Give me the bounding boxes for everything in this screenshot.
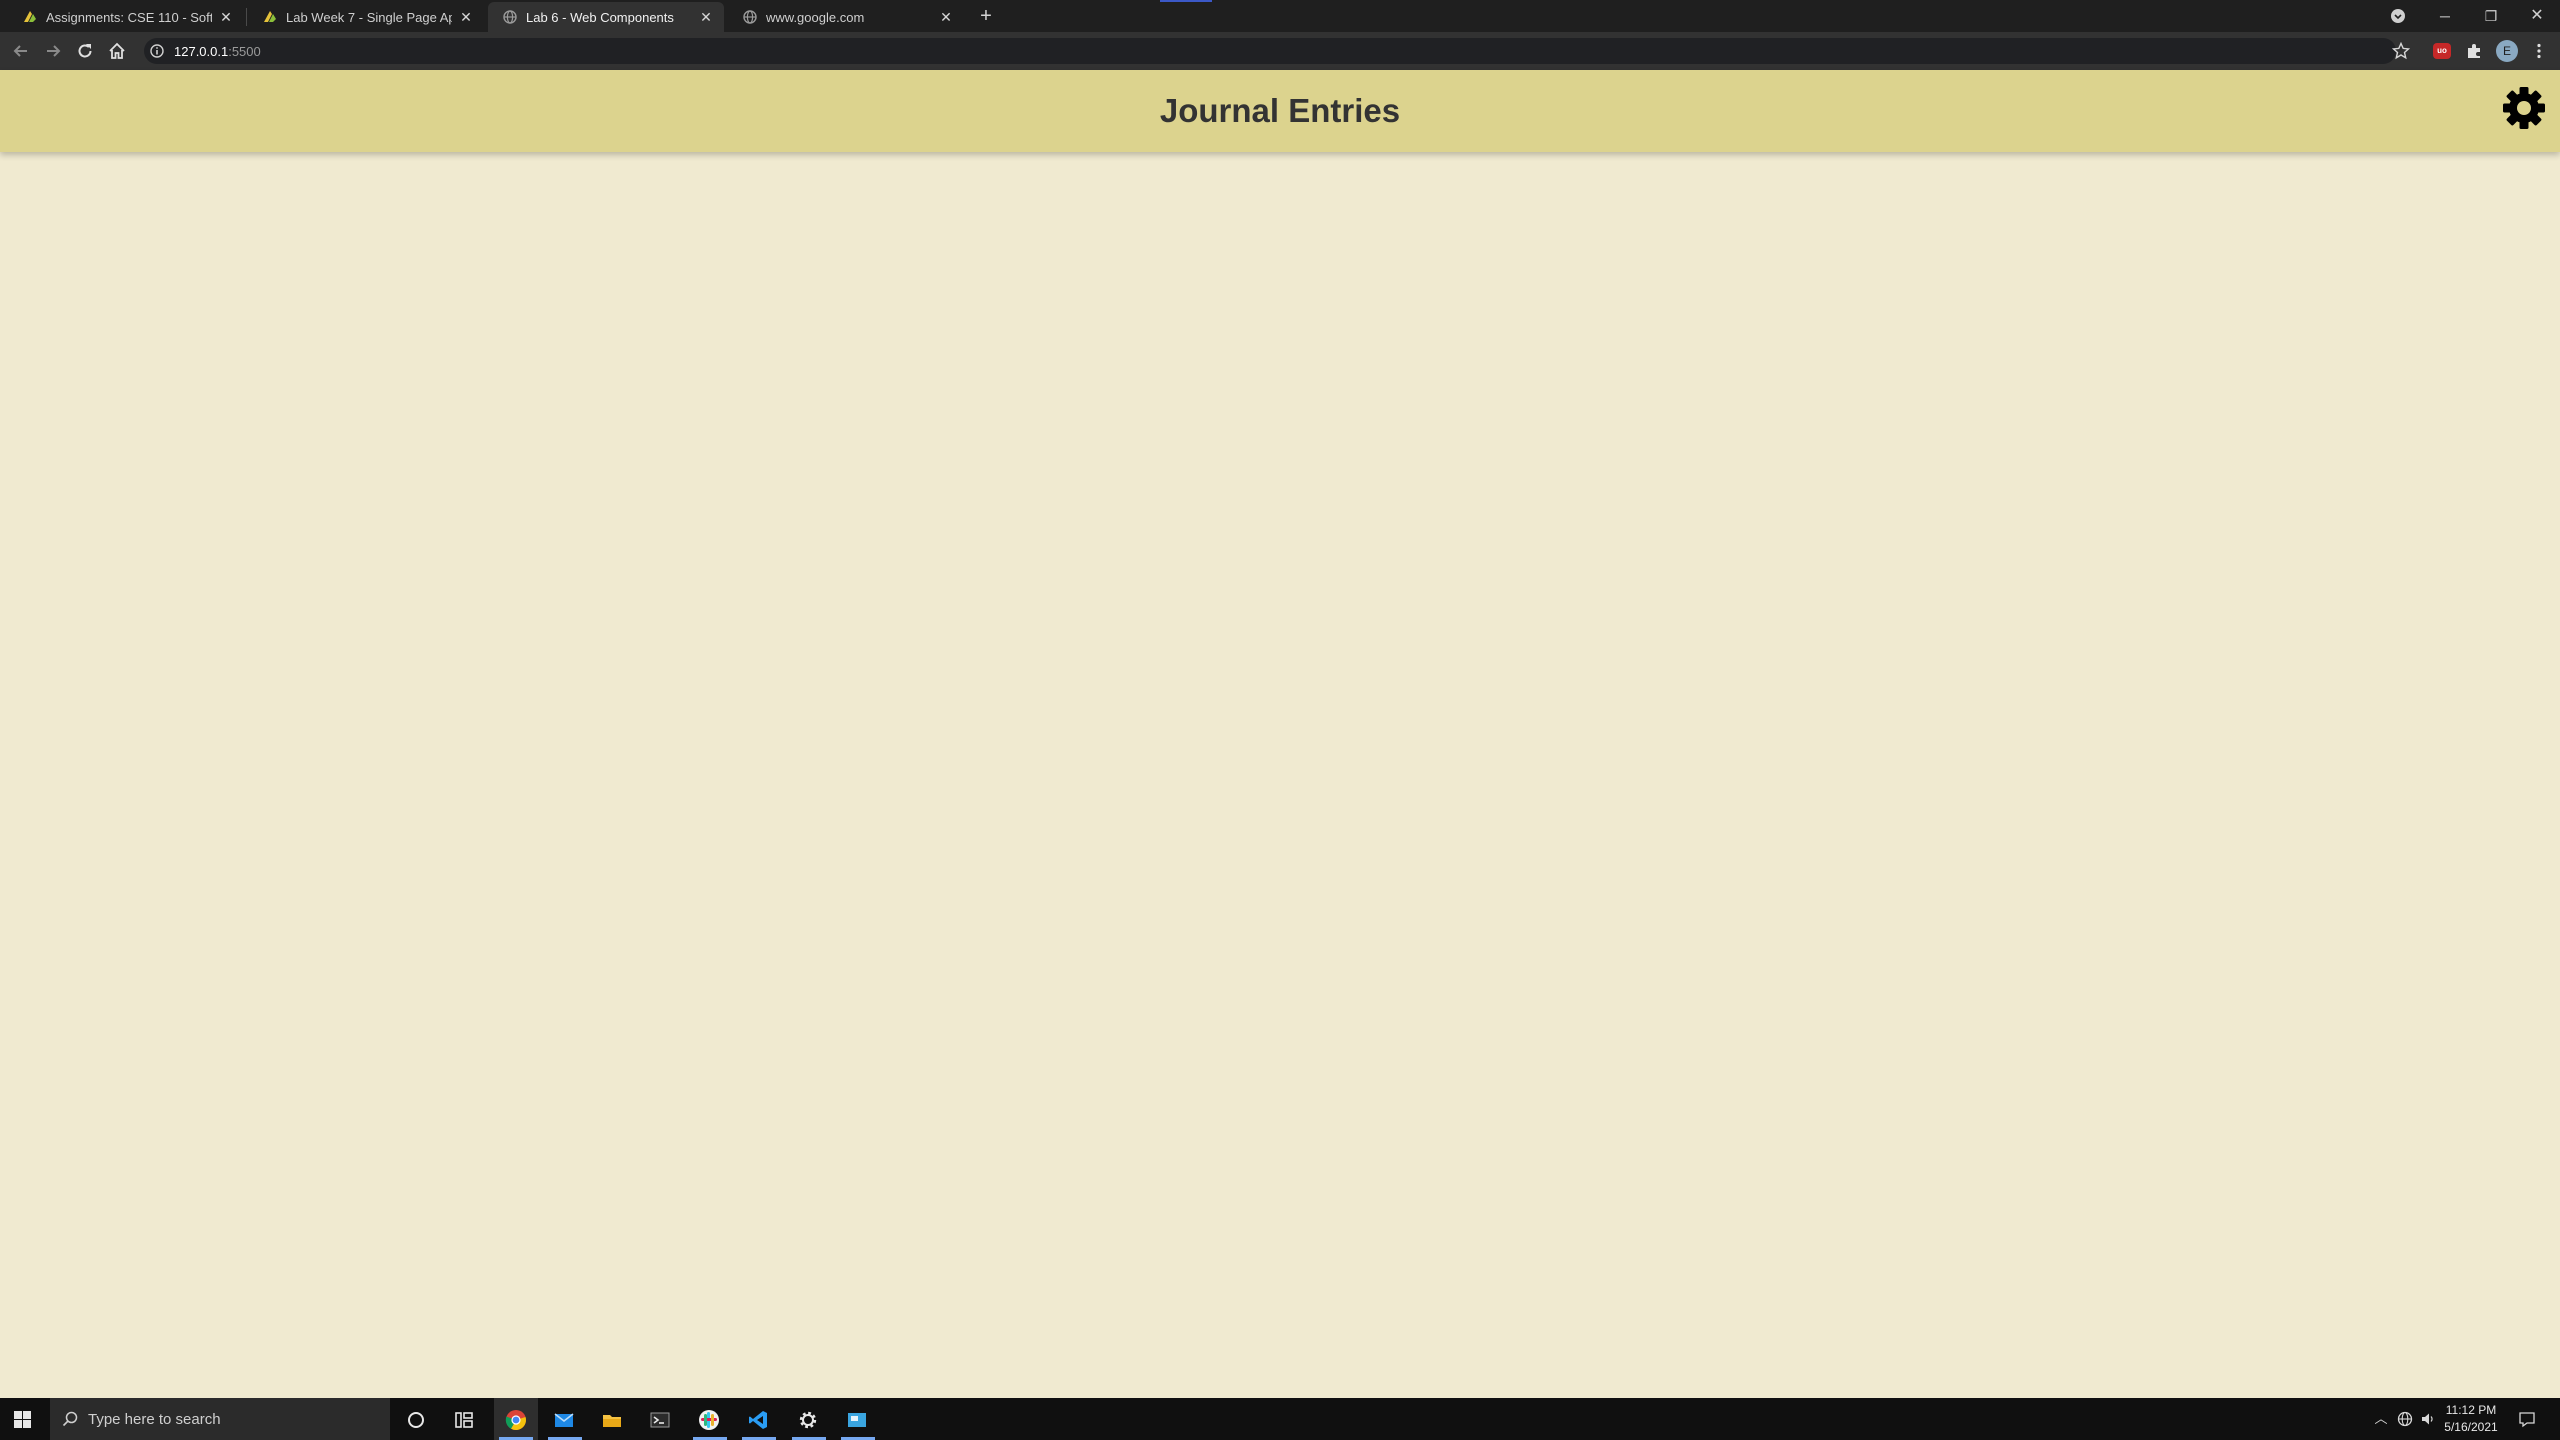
info-icon[interactable] [150,44,164,58]
url-port: :5500 [228,44,261,59]
tab-title: www.google.com [766,9,865,25]
file-explorer-icon[interactable] [601,1409,623,1431]
tab-title: Lab Week 7 - Single Page Applic [286,9,452,25]
clock-date: 5/16/2021 [2444,1420,2498,1434]
url-host: 127.0.0.1 [174,44,229,59]
ublock-extension-icon[interactable]: uo [2433,43,2451,59]
home-icon[interactable] [107,41,127,61]
canvas-icon [24,11,36,22]
globe-icon [503,10,517,24]
restore-button[interactable]: ❐ [2476,3,2506,29]
taskbar-clock[interactable]: 11:12 PM 5/16/2021 [2436,1402,2506,1436]
task-view-icon[interactable] [453,1409,475,1431]
close-icon[interactable]: ✕ [218,9,234,25]
tab-assignments[interactable]: Assignments: CSE 110 - Software ✕ [8,2,244,32]
tab-lab-6[interactable]: Lab 6 - Web Components ✕ [488,2,724,32]
page-title: Journal Entries [1159,92,1401,129]
tab-lab-week-7[interactable]: Lab Week 7 - Single Page Applic ✕ [248,2,484,32]
more-menu-icon[interactable] [2530,42,2548,60]
globe-icon [743,10,757,24]
profile-avatar[interactable]: E [2496,40,2518,62]
tab-strip-indicator [1160,0,1212,2]
tray-overflow-chevron-icon[interactable]: ︿ [2372,1410,2390,1428]
page-header: Journal Entries [0,70,2560,152]
search-icon [62,1411,78,1427]
bookmark-star-icon[interactable] [2392,42,2410,60]
network-globe-icon[interactable] [2397,1411,2413,1427]
forward-icon[interactable] [43,41,63,61]
volume-icon[interactable] [2420,1411,2436,1427]
address-url[interactable]: 127.0.0.1:5500 [174,44,261,59]
tab-title: Lab 6 - Web Components [526,9,674,25]
chrome-icon[interactable] [505,1409,527,1431]
taskbar-search-placeholder: Type here to search [88,1411,221,1428]
reload-icon[interactable] [75,41,95,61]
windows-start-icon[interactable] [14,1411,31,1428]
tab-search-icon[interactable] [2390,8,2406,24]
tab-title: Assignments: CSE 110 - Software [46,9,212,25]
notifications-icon[interactable] [2518,1410,2536,1428]
page-body: Journal Entries [0,70,2560,1398]
vscode-icon[interactable] [747,1409,769,1431]
new-tab-button[interactable]: + [976,6,996,26]
address-bar[interactable] [144,38,2396,64]
slack-icon[interactable] [698,1409,720,1431]
extensions-puzzle-icon[interactable] [2465,42,2483,60]
close-window-button[interactable]: ✕ [2522,3,2552,29]
back-icon[interactable] [11,41,31,61]
tab-separator [246,8,247,26]
minimize-button[interactable]: ─ [2430,3,2460,29]
windows-taskbar: Type here to search [0,1398,2560,1440]
browser-tab-strip: Assignments: CSE 110 - Software ✕ Lab We… [0,0,2560,32]
mail-icon[interactable] [553,1409,575,1431]
remote-desktop-icon[interactable] [846,1409,868,1431]
taskbar-search-box[interactable]: Type here to search [50,1398,390,1440]
cortana-icon[interactable] [405,1409,427,1431]
canvas-icon [264,11,276,22]
close-icon[interactable]: ✕ [458,9,474,25]
tab-google[interactable]: www.google.com ✕ [728,2,964,32]
terminal-icon[interactable] [649,1409,671,1431]
clock-time: 11:12 PM [2445,1403,2497,1417]
settings-gear-icon[interactable] [797,1409,819,1431]
close-icon[interactable]: ✕ [698,9,714,25]
gear-icon[interactable] [2502,86,2546,130]
close-icon[interactable]: ✕ [938,9,954,25]
